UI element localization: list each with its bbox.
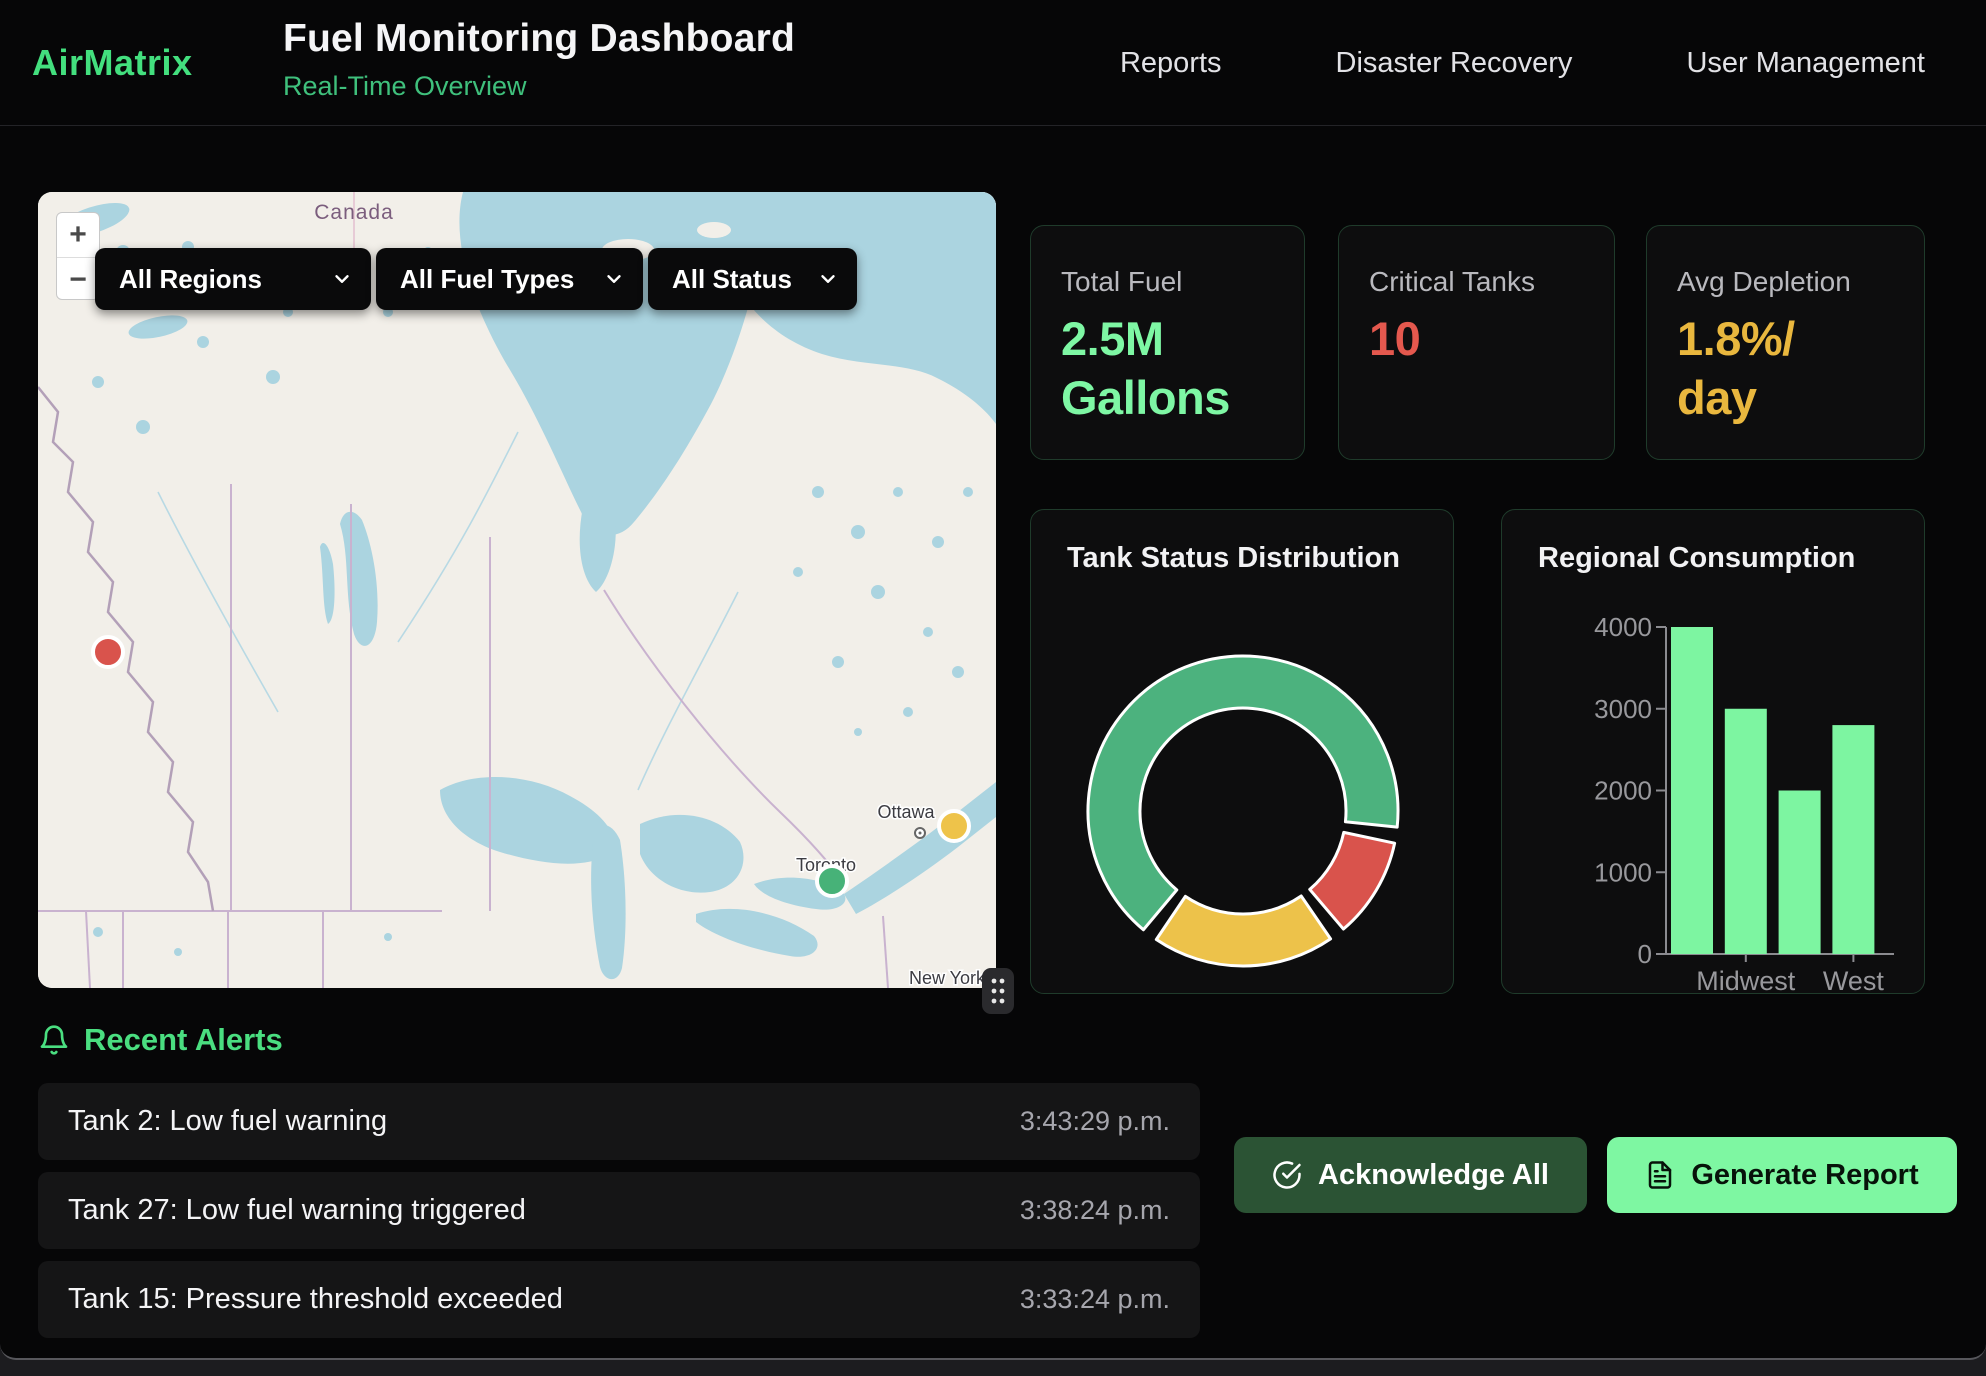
chevron-down-icon [331, 268, 353, 290]
critical-tanks-value-line1: 10 [1369, 310, 1584, 369]
chevron-down-icon [603, 268, 625, 290]
avg-depletion-value-line1: 1.8%/ [1677, 310, 1894, 369]
alert-row-3[interactable]: Tank 15: Pressure threshold exceeded 3:3… [38, 1261, 1200, 1338]
critical-tanks-value: 10 [1369, 310, 1584, 369]
bar-region-0 [1671, 627, 1713, 954]
y-tick-label: 0 [1638, 939, 1652, 969]
page-subtitle: Real-Time Overview [283, 71, 795, 102]
alert-row-2[interactable]: Tank 27: Low fuel warning triggered 3:38… [38, 1172, 1200, 1249]
map-zoom-control: + − [56, 212, 100, 300]
country-label: Canada [314, 201, 394, 224]
normal-tank-marker[interactable] [817, 866, 847, 896]
alert-time: 3:43:29 p.m. [1020, 1106, 1170, 1137]
check-circle-icon [1272, 1160, 1302, 1190]
alert-row-1[interactable]: Tank 2: Low fuel warning 3:43:29 p.m. [38, 1083, 1200, 1160]
nav-item-user-management[interactable]: User Management [1686, 47, 1925, 80]
total-fuel-card: Total Fuel 2.5M Gallons [1030, 225, 1305, 460]
alert-text: Tank 2: Low fuel warning [68, 1105, 387, 1138]
ottawa-label: Ottawa [877, 802, 935, 822]
critical-tank-marker[interactable] [93, 637, 123, 667]
map-drag-handle[interactable] [982, 968, 1014, 1014]
nav-item-disaster-recovery[interactable]: Disaster Recovery [1336, 47, 1573, 80]
bar-region-3 [1832, 725, 1874, 954]
y-tick-label: 2000 [1594, 776, 1652, 806]
critical-tanks-card: Critical Tanks 10 [1338, 225, 1615, 460]
page-title: Fuel Monitoring Dashboard [283, 17, 795, 61]
header: AirMatrix Fuel Monitoring Dashboard Real… [0, 0, 1986, 126]
total-fuel-label: Total Fuel [1061, 266, 1274, 298]
total-fuel-value: 2.5M Gallons [1061, 310, 1274, 428]
file-text-icon [1645, 1160, 1675, 1190]
avg-depletion-value: 1.8%/ day [1677, 310, 1894, 428]
regional-consumption-card: Regional Consumption 01000200030004000Mi… [1501, 509, 1925, 994]
regional-consumption-bar-chart: 0 1000 2000 3000 4000 Midwest West [1502, 510, 1926, 995]
alert-time: 3:33:24 p.m. [1020, 1284, 1170, 1315]
alert-text: Tank 27: Low fuel warning triggered [68, 1194, 526, 1227]
bell-icon [38, 1024, 70, 1056]
generate-report-label: Generate Report [1691, 1159, 1918, 1192]
zoom-out-button[interactable]: − [57, 257, 99, 301]
ottawa-town-dot [919, 832, 922, 835]
avg-depletion-card: Avg Depletion 1.8%/ day [1646, 225, 1925, 460]
warning-tank-marker[interactable] [939, 811, 969, 841]
title-block: Fuel Monitoring Dashboard Real-Time Over… [283, 17, 795, 102]
total-fuel-value-line1: 2.5M [1061, 310, 1274, 369]
critical-tanks-label: Critical Tanks [1369, 266, 1584, 298]
x-tick-label: West [1823, 966, 1885, 995]
status-filter-dropdown[interactable]: All Status [648, 248, 857, 310]
y-tick-label: 3000 [1594, 694, 1652, 724]
donut-segment-warning [1156, 896, 1330, 966]
fuel-type-filter-value: All Fuel Types [400, 264, 574, 295]
dashboard-window: AirMatrix Fuel Monitoring Dashboard Real… [0, 0, 1986, 1360]
chevron-down-icon [817, 268, 839, 290]
total-fuel-value-line2: Gallons [1061, 369, 1274, 428]
region-filter-dropdown[interactable]: All Regions [95, 248, 371, 310]
alerts-header: Recent Alerts [38, 1022, 283, 1058]
y-tick-label: 4000 [1594, 612, 1652, 642]
new-york-label: New York [909, 968, 986, 988]
avg-depletion-label: Avg Depletion [1677, 266, 1894, 298]
avg-depletion-value-line2: day [1677, 369, 1894, 428]
region-filter-value: All Regions [119, 264, 262, 295]
alert-time: 3:38:24 p.m. [1020, 1195, 1170, 1226]
bay-island-2 [697, 222, 731, 238]
tank-map[interactable]: Canada Ottawa Toronto New York + − All R… [38, 192, 996, 988]
grip-dots-icon [989, 975, 1007, 1007]
generate-report-button[interactable]: Generate Report [1607, 1137, 1957, 1213]
tank-status-distribution-card: Tank Status Distribution [1030, 509, 1454, 994]
app-logo: AirMatrix [32, 0, 193, 126]
fuel-type-filter-dropdown[interactable]: All Fuel Types [376, 248, 643, 310]
main-nav: Reports Disaster Recovery User Managemen… [1120, 0, 1925, 126]
x-tick-label: Midwest [1696, 966, 1796, 995]
zoom-in-button[interactable]: + [57, 213, 99, 257]
y-tick-label: 1000 [1594, 857, 1652, 887]
nav-item-reports[interactable]: Reports [1120, 47, 1222, 80]
bar-region-1 [1725, 709, 1767, 954]
tank-status-donut-chart [1031, 510, 1455, 995]
status-filter-value: All Status [672, 264, 792, 295]
alerts-title: Recent Alerts [84, 1022, 283, 1058]
acknowledge-all-button[interactable]: Acknowledge All [1234, 1137, 1587, 1213]
acknowledge-all-label: Acknowledge All [1318, 1159, 1549, 1192]
basemap: Canada Ottawa Toronto New York [38, 192, 996, 988]
bar-region-2 [1779, 791, 1821, 955]
donut-segment-critical [1310, 832, 1395, 929]
alert-text: Tank 15: Pressure threshold exceeded [68, 1283, 563, 1316]
